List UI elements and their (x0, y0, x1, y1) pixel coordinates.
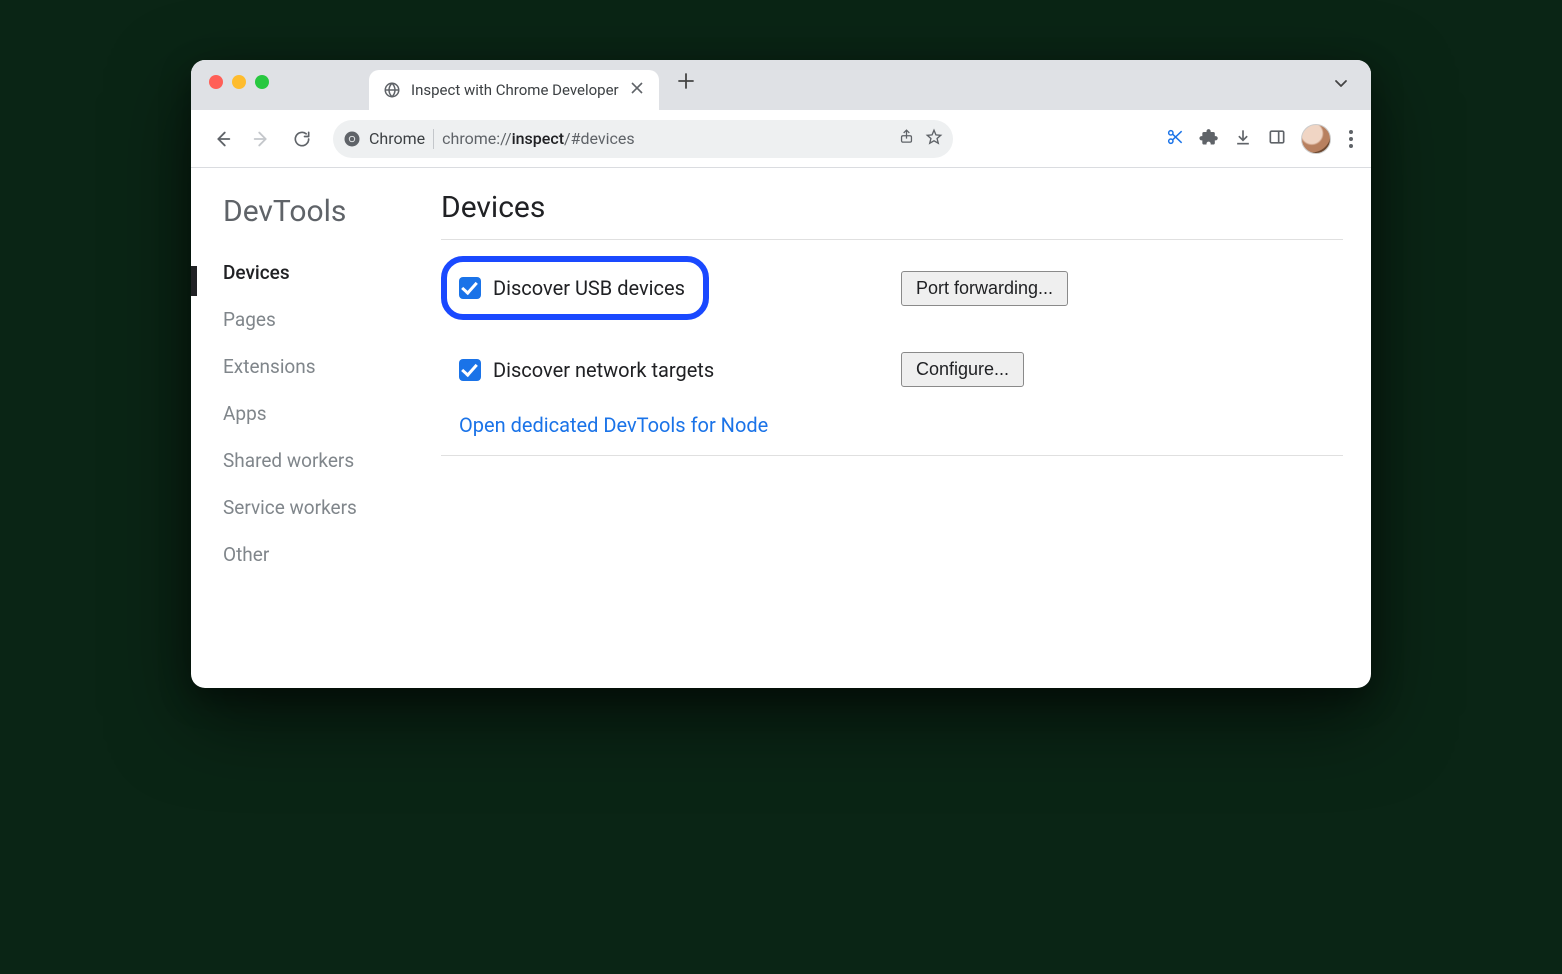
discover-usb-checkbox[interactable] (459, 277, 481, 299)
toolbar-right (1165, 124, 1357, 154)
side-panel-icon[interactable] (1267, 127, 1287, 151)
browser-window: Inspect with Chrome Developer Chrome (191, 60, 1371, 688)
scissors-icon[interactable] (1165, 127, 1185, 151)
traffic-lights (209, 75, 269, 89)
sidebar-item-shared-workers[interactable]: Shared workers (223, 437, 421, 484)
active-marker (191, 266, 197, 296)
url-path: /#devices (564, 129, 635, 148)
toolbar: Chrome chrome://inspect/#devices (191, 110, 1371, 168)
sidebar-item-devices[interactable]: Devices (223, 249, 421, 296)
address-bar[interactable]: Chrome chrome://inspect/#devices (333, 120, 953, 158)
omnibox-separator (433, 129, 434, 149)
chrome-icon (343, 130, 361, 148)
tab-close-icon[interactable] (629, 80, 645, 100)
port-forwarding-button[interactable]: Port forwarding... (901, 271, 1068, 306)
tabs-dropdown-icon[interactable] (1333, 75, 1349, 95)
chrome-chip: Chrome (369, 129, 425, 148)
share-icon[interactable] (898, 128, 915, 149)
divider (441, 455, 1343, 456)
nav-reload-button[interactable] (285, 122, 319, 156)
sidebar-item-pages[interactable]: Pages (223, 296, 421, 343)
tab-title: Inspect with Chrome Developer (411, 81, 619, 99)
node-link-row: Open dedicated DevTools for Node (441, 403, 1343, 455)
window-maximize-button[interactable] (255, 75, 269, 89)
window-minimize-button[interactable] (232, 75, 246, 89)
main-panel: Devices Discover USB devices Port forwar… (431, 168, 1371, 688)
nav-back-button[interactable] (205, 122, 239, 156)
sidebar: DevTools Devices Pages Extensions Apps S… (201, 168, 431, 688)
browser-tab[interactable]: Inspect with Chrome Developer (369, 70, 659, 110)
profile-avatar[interactable] (1301, 124, 1331, 154)
discover-network-row: Discover network targets Configure... (441, 336, 1343, 403)
nav-forward-button[interactable] (245, 122, 279, 156)
extensions-icon[interactable] (1199, 127, 1219, 151)
tab-strip: Inspect with Chrome Developer (191, 60, 1371, 110)
configure-button[interactable]: Configure... (901, 352, 1024, 387)
sidebar-item-extensions[interactable]: Extensions (223, 343, 421, 390)
bookmark-star-icon[interactable] (925, 128, 943, 150)
discover-usb-label: Discover USB devices (493, 276, 685, 300)
highlight-box: Discover USB devices (441, 256, 709, 320)
discover-network-label: Discover network targets (493, 358, 714, 382)
downloads-icon[interactable] (1233, 127, 1253, 151)
open-devtools-node-link[interactable]: Open dedicated DevTools for Node (459, 413, 768, 437)
url-host: inspect (512, 129, 564, 148)
url-text: chrome://inspect/#devices (442, 129, 890, 148)
chrome-menu-icon[interactable] (1345, 126, 1357, 152)
side-strip (191, 168, 201, 688)
sidebar-item-other[interactable]: Other (223, 531, 421, 578)
discover-usb-row: Discover USB devices Port forwarding... (441, 240, 1343, 336)
discover-network-checkbox[interactable] (459, 359, 481, 381)
sidebar-title: DevTools (223, 194, 421, 229)
page-content: DevTools Devices Pages Extensions Apps S… (191, 168, 1371, 688)
globe-icon (383, 81, 401, 99)
new-tab-button[interactable] (671, 67, 701, 100)
url-scheme: chrome:// (442, 129, 511, 148)
window-close-button[interactable] (209, 75, 223, 89)
page-heading: Devices (441, 190, 1343, 225)
sidebar-item-apps[interactable]: Apps (223, 390, 421, 437)
sidebar-item-service-workers[interactable]: Service workers (223, 484, 421, 531)
